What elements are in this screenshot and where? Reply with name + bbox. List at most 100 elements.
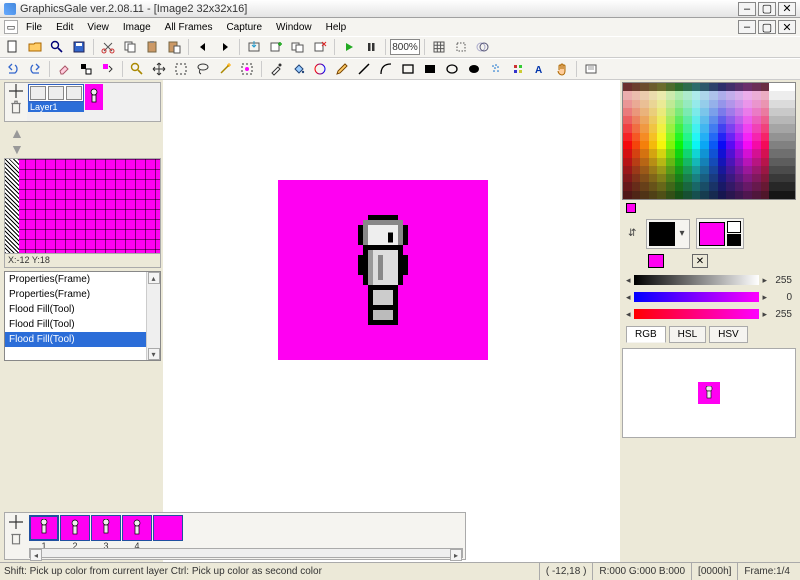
palette-cell[interactable] <box>726 100 735 108</box>
layer-link-icon[interactable] <box>66 86 82 100</box>
palette-cell[interactable] <box>735 166 744 174</box>
canvas[interactable] <box>278 180 488 360</box>
palette-cell[interactable] <box>632 100 641 108</box>
spray-icon[interactable] <box>486 60 506 78</box>
palette-cell[interactable] <box>726 149 735 157</box>
canvas-area[interactable] <box>163 80 620 562</box>
frame-thumb-3[interactable] <box>91 515 121 541</box>
palette-cell[interactable] <box>700 133 709 141</box>
palette-cell[interactable] <box>726 108 735 116</box>
palette-cell[interactable] <box>632 158 641 166</box>
dupeframe-icon[interactable] <box>288 38 308 56</box>
palette-cell[interactable] <box>786 149 795 157</box>
palette-cell[interactable] <box>666 116 675 124</box>
layer-name[interactable]: Layer1 <box>28 102 84 112</box>
history-item[interactable]: Flood Fill(Tool) <box>5 302 146 317</box>
r-dec-icon[interactable]: ◂ <box>626 275 631 286</box>
palette-cell[interactable] <box>709 91 718 99</box>
palette-cell[interactable] <box>709 149 718 157</box>
circle-icon[interactable] <box>442 60 462 78</box>
palette-cell[interactable] <box>675 83 684 91</box>
palette-cell[interactable] <box>786 83 795 91</box>
palette-cell[interactable] <box>709 116 718 124</box>
minimize-button[interactable]: – <box>738 2 756 16</box>
palette-cell[interactable] <box>657 182 666 190</box>
palette-cell[interactable] <box>700 124 709 132</box>
palette-cell[interactable] <box>683 191 692 199</box>
paste-icon[interactable] <box>142 38 162 56</box>
palette-cell[interactable] <box>735 141 744 149</box>
palette-cell[interactable] <box>769 166 778 174</box>
palette-cell[interactable] <box>632 191 641 199</box>
marquee-icon[interactable] <box>171 60 191 78</box>
g-dec-icon[interactable]: ◂ <box>626 292 631 303</box>
palette-cell[interactable] <box>752 149 761 157</box>
palette-cell[interactable] <box>649 100 658 108</box>
palette-cell[interactable] <box>735 133 744 141</box>
pencil-icon[interactable] <box>332 60 352 78</box>
palette-cell[interactable] <box>718 141 727 149</box>
palette-cell[interactable] <box>735 191 744 199</box>
palette-cell[interactable] <box>675 116 684 124</box>
navigator-panel[interactable] <box>622 348 796 438</box>
palette-cell[interactable] <box>692 174 701 182</box>
palette-cell[interactable] <box>675 141 684 149</box>
palette-cell[interactable] <box>726 133 735 141</box>
palette-cell[interactable] <box>632 149 641 157</box>
palette-cell[interactable] <box>640 116 649 124</box>
palette-cell[interactable] <box>778 166 787 174</box>
palette-cell[interactable] <box>640 124 649 132</box>
palette-cell[interactable] <box>640 133 649 141</box>
palette-cell[interactable] <box>778 91 787 99</box>
palette-cell[interactable] <box>683 141 692 149</box>
primary-color[interactable] <box>649 222 675 246</box>
palette-cell[interactable] <box>786 133 795 141</box>
palette-cell[interactable] <box>640 100 649 108</box>
palette-cell[interactable] <box>666 166 675 174</box>
palette-cell[interactable] <box>640 91 649 99</box>
palette-cell[interactable] <box>743 191 752 199</box>
palette-cell[interactable] <box>718 108 727 116</box>
palette-cell[interactable] <box>752 116 761 124</box>
frame-move-icon[interactable] <box>6 515 26 529</box>
palette-cell[interactable] <box>752 182 761 190</box>
palette-cell[interactable] <box>743 124 752 132</box>
secondary-color-well[interactable] <box>696 218 744 249</box>
palette-cell[interactable] <box>623 116 632 124</box>
palette-cell[interactable] <box>683 174 692 182</box>
palette-cell[interactable] <box>761 83 770 91</box>
palette-cell[interactable] <box>743 174 752 182</box>
palette-cell[interactable] <box>640 191 649 199</box>
palette-cell[interactable] <box>718 182 727 190</box>
palette-cell[interactable] <box>649 83 658 91</box>
frame-1[interactable]: 1 <box>29 515 59 551</box>
palette-cell[interactable] <box>786 100 795 108</box>
palette-cell[interactable] <box>692 166 701 174</box>
history-item[interactable]: Properties(Frame) <box>5 272 146 287</box>
palette-cell[interactable] <box>726 83 735 91</box>
palette-cell[interactable] <box>769 83 778 91</box>
color-palette[interactable] <box>622 82 796 200</box>
palette-cell[interactable] <box>786 166 795 174</box>
palette-cell[interactable] <box>632 182 641 190</box>
palette-cell[interactable] <box>692 91 701 99</box>
palette-cell[interactable] <box>657 141 666 149</box>
palette-cell[interactable] <box>632 83 641 91</box>
layer-strip[interactable]: Layer1 <box>27 83 160 121</box>
palette-cell[interactable] <box>743 108 752 116</box>
addframe-icon[interactable] <box>266 38 286 56</box>
palette-cell[interactable] <box>649 158 658 166</box>
delframe-icon[interactable] <box>310 38 330 56</box>
palette-cell[interactable] <box>700 91 709 99</box>
wand-icon[interactable] <box>215 60 235 78</box>
palette-cell[interactable] <box>786 124 795 132</box>
palette-cell[interactable] <box>769 133 778 141</box>
layer-visible-icon[interactable] <box>30 86 46 100</box>
frame-thumb-blank[interactable] <box>153 515 183 541</box>
hue-icon[interactable] <box>310 60 330 78</box>
palette-cell[interactable] <box>649 124 658 132</box>
palette-cell[interactable] <box>709 191 718 199</box>
palette-cell[interactable] <box>761 133 770 141</box>
palette-cell[interactable] <box>692 133 701 141</box>
palette-cell[interactable] <box>769 116 778 124</box>
